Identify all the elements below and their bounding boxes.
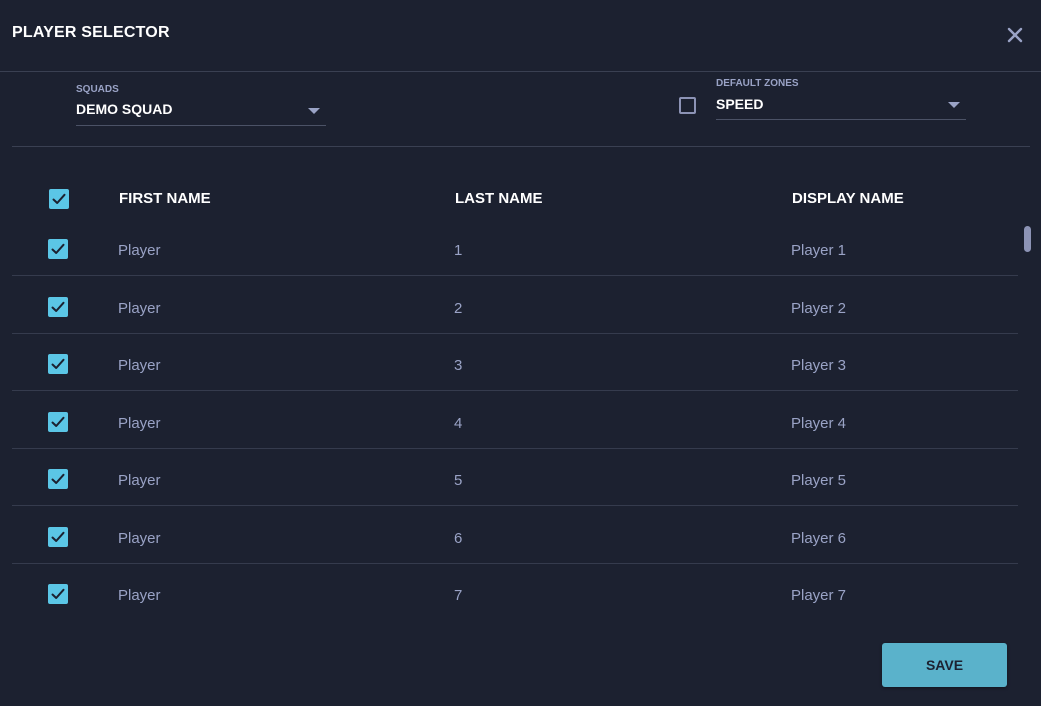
close-icon — [1007, 27, 1023, 43]
last-name-cell: 7 — [454, 587, 463, 604]
squads-value: DEMO SQUAD — [76, 101, 173, 117]
select-all-checkbox[interactable] — [49, 189, 69, 209]
squads-select[interactable]: SQUADS DEMO SQUAD — [76, 84, 326, 126]
display-name-cell: Player 4 — [791, 415, 847, 432]
display-name-cell: Player 7 — [791, 587, 847, 604]
first-name-cell: Player — [118, 472, 161, 489]
display-name-cell: Player 1 — [791, 242, 847, 259]
checkmark-icon — [51, 301, 65, 312]
row-checkbox[interactable] — [48, 354, 68, 374]
player-selector-dialog: PLAYER SELECTOR SQUADS DEMO SQUAD DEFAUL… — [0, 0, 1041, 706]
table-row[interactable]: Player 1 Player 1 — [12, 218, 1018, 276]
chevron-down-icon — [308, 108, 320, 114]
chevron-down-icon — [948, 102, 960, 108]
column-header-first-name[interactable]: FIRST NAME — [119, 190, 211, 207]
checkmark-icon — [51, 416, 65, 427]
column-header-display-name[interactable]: DISPLAY NAME — [792, 190, 904, 207]
row-checkbox[interactable] — [48, 584, 68, 604]
first-name-cell: Player — [118, 415, 161, 432]
last-name-cell: 2 — [454, 300, 463, 317]
table-row[interactable]: Player 5 Player 5 — [12, 448, 1018, 506]
first-name-cell: Player — [118, 587, 161, 604]
last-name-cell: 5 — [454, 472, 463, 489]
squads-label: SQUADS — [76, 84, 119, 95]
last-name-cell: 3 — [454, 357, 463, 374]
scrollbar-thumb[interactable] — [1024, 226, 1031, 252]
last-name-cell: 4 — [454, 415, 463, 432]
row-checkbox[interactable] — [48, 412, 68, 432]
checkmark-icon — [51, 358, 65, 369]
close-button[interactable] — [1004, 24, 1026, 46]
row-checkbox[interactable] — [48, 469, 68, 489]
checkmark-icon — [52, 193, 66, 204]
table-row[interactable]: Player 4 Player 4 — [12, 391, 1018, 449]
display-name-cell: Player 6 — [791, 530, 847, 547]
default-zones-select[interactable]: DEFAULT ZONES SPEED — [716, 78, 966, 120]
last-name-cell: 6 — [454, 530, 463, 547]
table-row[interactable]: Player 3 Player 3 — [12, 333, 1018, 391]
last-name-cell: 1 — [454, 242, 463, 259]
first-name-cell: Player — [118, 530, 161, 547]
first-name-cell: Player — [118, 242, 161, 259]
first-name-cell: Player — [118, 300, 161, 317]
dialog-title: PLAYER SELECTOR — [12, 24, 170, 41]
dialog-header: PLAYER SELECTOR — [0, 0, 1041, 72]
display-name-cell: Player 5 — [791, 472, 847, 489]
default-zones-underline — [716, 119, 966, 120]
row-checkbox[interactable] — [48, 527, 68, 547]
checkmark-icon — [51, 473, 65, 484]
first-name-cell: Player — [118, 357, 161, 374]
display-name-cell: Player 3 — [791, 357, 847, 374]
column-header-last-name[interactable]: LAST NAME — [455, 190, 543, 207]
default-zones-checkbox[interactable] — [679, 97, 696, 114]
section-divider — [12, 146, 1030, 147]
checkmark-icon — [51, 243, 65, 254]
display-name-cell: Player 2 — [791, 300, 847, 317]
row-checkbox[interactable] — [48, 239, 68, 259]
table-row[interactable]: Player 6 Player 6 — [12, 506, 1018, 564]
squads-underline — [76, 125, 326, 126]
default-zones-label: DEFAULT ZONES — [716, 78, 799, 89]
table-row[interactable]: Player 2 Player 2 — [12, 276, 1018, 334]
save-button[interactable]: SAVE — [882, 643, 1007, 687]
row-checkbox[interactable] — [48, 297, 68, 317]
checkmark-icon — [51, 531, 65, 542]
table-row[interactable]: Player 7 Player 7 — [12, 563, 1018, 621]
default-zones-value: SPEED — [716, 96, 764, 112]
checkmark-icon — [51, 588, 65, 599]
